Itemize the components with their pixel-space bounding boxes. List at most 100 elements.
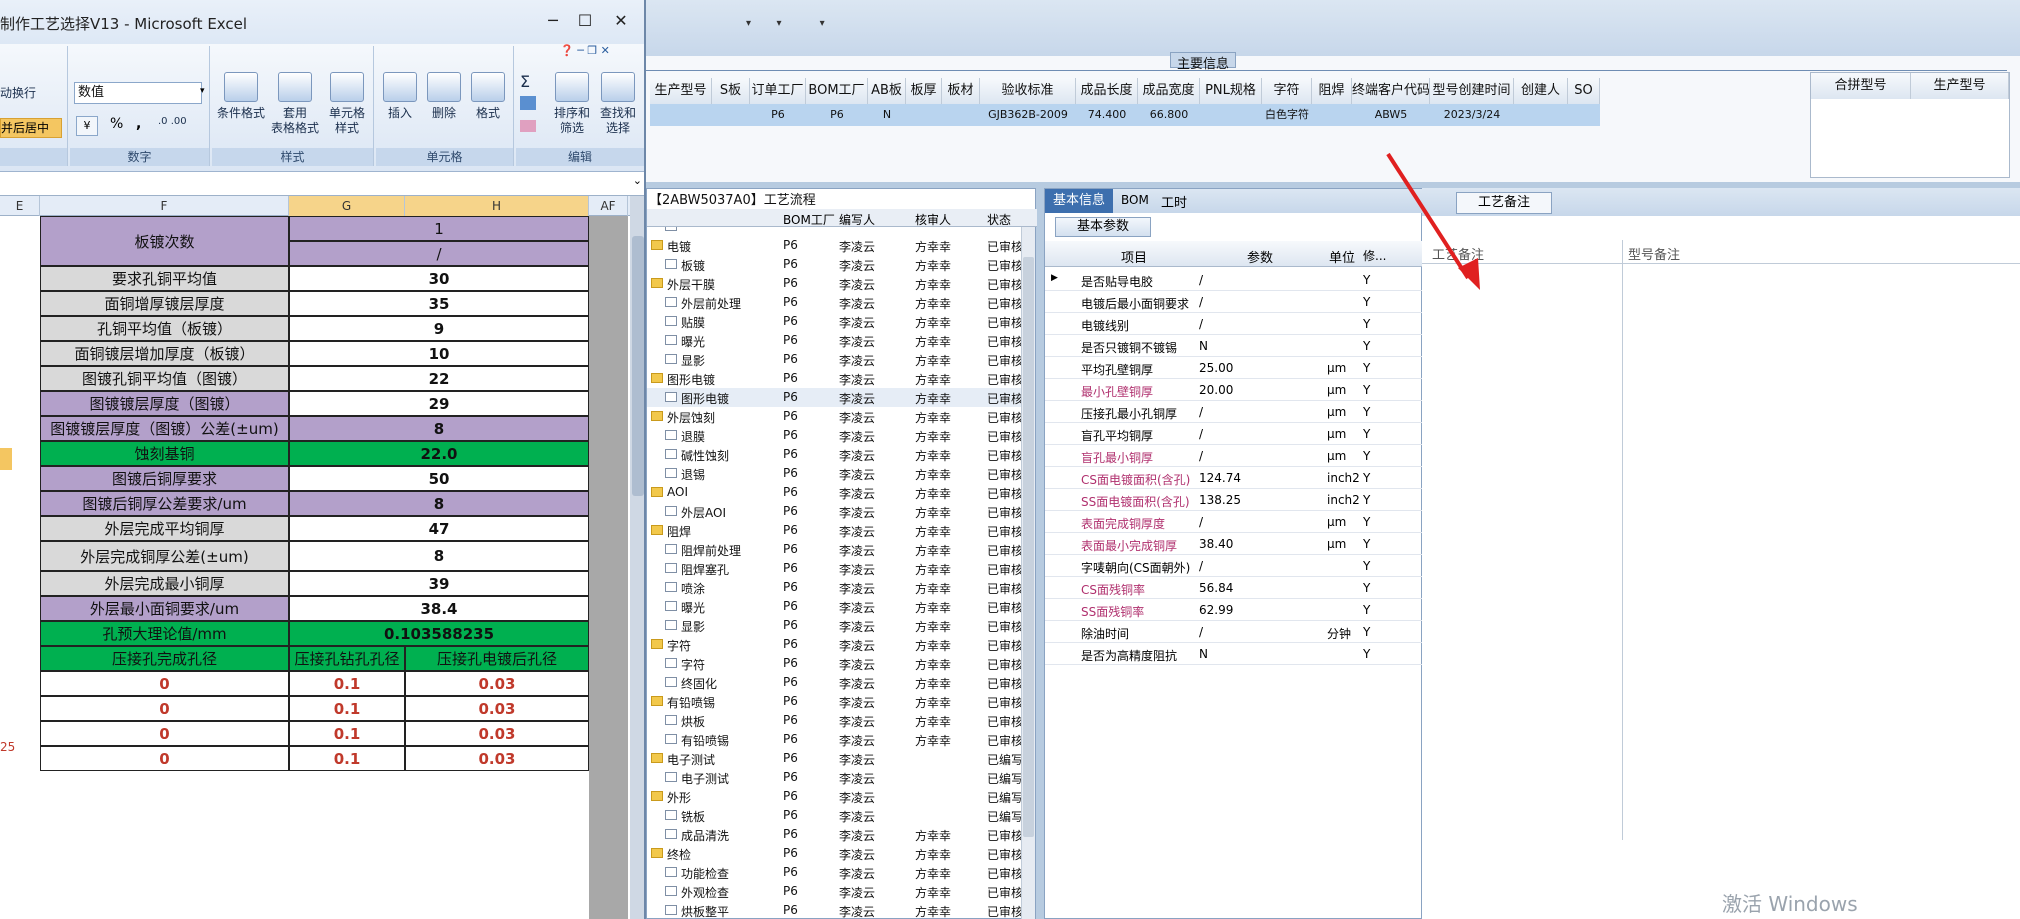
tree-item[interactable]: 显影 P6 李凌云 方幸幸 已审核: [647, 616, 1023, 635]
params-col-item[interactable]: 项目: [1121, 247, 1147, 266]
cell-value[interactable]: 10: [289, 341, 589, 366]
tree-item[interactable]: 阻焊塞孔 P6 李凌云 方幸幸 已审核: [647, 559, 1023, 578]
param-value[interactable]: /: [1199, 317, 1203, 331]
main-row-cell[interactable]: 白色字符: [1262, 104, 1312, 126]
tree-item[interactable]: 铣板 P6 李凌云 已编写: [647, 806, 1023, 825]
cell-value[interactable]: 39: [289, 571, 589, 596]
param-row[interactable]: 表面完成铜厚度 / μm Y: [1045, 511, 1423, 533]
main-row-cell[interactable]: 2023/3/24: [1430, 104, 1514, 126]
main-col-header[interactable]: S板: [712, 78, 750, 104]
param-value[interactable]: 124.74: [1199, 471, 1241, 485]
param-value[interactable]: /: [1199, 427, 1203, 441]
tree-item[interactable]: 字符 P6 李凌云 方幸幸 已审核: [647, 654, 1023, 673]
main-row-cell[interactable]: 74.400: [1076, 104, 1138, 126]
param-value[interactable]: 25.00: [1199, 361, 1233, 375]
data-cell[interactable]: 0: [40, 721, 289, 746]
main-col-header[interactable]: 型号创建时间: [1430, 78, 1514, 104]
insert-button[interactable]: 插入: [378, 72, 422, 121]
comma-button[interactable]: ,: [136, 116, 141, 132]
subtab-basic-params[interactable]: 基本参数: [1055, 217, 1151, 237]
tree-item[interactable]: 功能检查 P6 李凌云 方幸幸 已审核: [647, 863, 1023, 882]
params-col-param[interactable]: 参数: [1247, 247, 1273, 266]
tree-item[interactable]: 成品清洗 P6 李凌云 方幸幸 已审核: [647, 825, 1023, 844]
cell-value[interactable]: 0.103588235: [289, 621, 589, 646]
column-header-h[interactable]: H: [405, 196, 589, 216]
param-row[interactable]: SS面电镀面积(含孔) 138.25 inch2 Y: [1045, 489, 1423, 511]
merge-center-button[interactable]: 并后居中: [0, 118, 62, 138]
column-header-af[interactable]: AF: [589, 196, 628, 216]
param-row[interactable]: 压接孔最小孔铜厚 / μm Y: [1045, 401, 1423, 423]
param-row[interactable]: 字唛朝向(CS面朝外) / Y: [1045, 555, 1423, 577]
param-value[interactable]: N: [1199, 339, 1208, 353]
param-row[interactable]: CS面残铜率 56.84 Y: [1045, 577, 1423, 599]
cell-value-2[interactable]: /: [289, 241, 589, 266]
main-row-cell[interactable]: [1200, 104, 1262, 126]
main-row-cell[interactable]: [906, 104, 942, 126]
main-row-cell[interactable]: GJB362B-2009: [980, 104, 1076, 126]
data-cell[interactable]: 0.03: [405, 746, 589, 771]
main-col-header[interactable]: BOM工厂: [806, 78, 868, 104]
toolbar-chevrons[interactable]: ▾ ▾ ▾: [746, 18, 825, 29]
param-value[interactable]: /: [1199, 515, 1203, 529]
tree-col-writer[interactable]: 编写人: [839, 211, 875, 228]
param-value[interactable]: /: [1199, 405, 1203, 419]
param-row[interactable]: 盲孔最小铜厚 / μm Y: [1045, 445, 1423, 467]
tree-item[interactable]: 图形电镀 P6 李凌云 方幸幸 已审核: [647, 388, 1023, 407]
tree-item[interactable]: 烘板 P6 李凌云 方幸幸 已审核: [647, 711, 1023, 730]
tree-item[interactable]: 贴膜 P6 李凌云 方幸幸 已审核: [647, 312, 1023, 331]
param-row[interactable]: SS面残铜率 62.99 Y: [1045, 599, 1423, 621]
tree-scrollbar[interactable]: [1021, 227, 1035, 919]
param-row[interactable]: 除油时间 / 分钟 Y: [1045, 621, 1423, 643]
excel-vertical-scrollbar[interactable]: [630, 196, 644, 919]
excel-scroll-thumb[interactable]: [632, 236, 644, 496]
tree-item[interactable]: 电子测试 P6 李凌云 已编写: [647, 749, 1023, 768]
param-row[interactable]: 盲孔平均铜厚 / μm Y: [1045, 423, 1423, 445]
tab-basic-info[interactable]: 基本信息: [1045, 189, 1113, 213]
tree-item[interactable]: 外层前处理 P6 李凌云 方幸幸 已审核: [647, 293, 1023, 312]
param-row[interactable]: 是否为高精度阻抗 N Y: [1045, 643, 1423, 665]
currency-icon[interactable]: ¥: [76, 116, 98, 136]
format-button[interactable]: 格式: [466, 72, 510, 121]
wrap-text-button[interactable]: 动换行: [0, 84, 36, 101]
main-col-header[interactable]: 阻焊: [1312, 78, 1352, 104]
param-row[interactable]: 是否只镀铜不镀锡 N Y: [1045, 335, 1423, 357]
column-header-g[interactable]: G: [289, 196, 405, 216]
number-format-select[interactable]: 数值: [74, 82, 202, 104]
expand-formula-icon[interactable]: ⌄: [633, 174, 642, 187]
param-row[interactable]: 电镀线别 / Y: [1045, 313, 1423, 335]
tree-item[interactable]: 有铅喷锡 P6 李凌云 方幸幸 已审核: [647, 730, 1023, 749]
cell-value[interactable]: 50: [289, 466, 589, 491]
increase-decimal-icon[interactable]: .0 .00: [158, 116, 187, 127]
data-cell[interactable]: 0.03: [405, 671, 589, 696]
tree-item[interactable]: 阻焊前处理 P6 李凌云 方幸幸 已审核: [647, 540, 1023, 559]
sort-filter-button[interactable]: 排序和 筛选: [550, 72, 594, 136]
tree-item[interactable]: 烘板整平 P6 李凌云 方幸幸 已审核: [647, 901, 1023, 919]
tree-item[interactable]: 电子测试 P6 李凌云 已编写: [647, 768, 1023, 787]
cell-value[interactable]: 8: [289, 491, 589, 516]
main-col-header[interactable]: 生产型号: [650, 78, 712, 104]
data-cell[interactable]: 0.1: [289, 746, 405, 771]
column-header-f[interactable]: F: [40, 196, 289, 216]
param-row[interactable]: 电镀后最小面铜要求 / Y: [1045, 291, 1423, 313]
cell-value[interactable]: 9: [289, 316, 589, 341]
tree-item[interactable]: 终固化 P6 李凌云 方幸幸 已审核: [647, 673, 1023, 692]
tab-bom[interactable]: BOM: [1121, 193, 1149, 207]
main-row-cell[interactable]: P6: [806, 104, 868, 126]
params-col-unit[interactable]: 单位: [1329, 247, 1355, 266]
tree-item[interactable]: 退锡 P6 李凌云 方幸幸 已审核: [647, 464, 1023, 483]
tree-item[interactable]: 有铅喷锡 P6 李凌云 方幸幸 已审核: [647, 692, 1023, 711]
data-cell[interactable]: 0.1: [289, 721, 405, 746]
tab-hours[interactable]: 工时: [1161, 192, 1187, 211]
main-col-header[interactable]: 板材: [942, 78, 980, 104]
tree-col-status[interactable]: 状态: [987, 211, 1011, 228]
tree-item[interactable]: 字符 P6 李凌云 方幸幸 已审核: [647, 635, 1023, 654]
param-value[interactable]: 62.99: [1199, 603, 1233, 617]
main-row-cell[interactable]: ABW5: [1352, 104, 1430, 126]
param-value[interactable]: /: [1199, 625, 1203, 639]
param-row[interactable]: CS面电镀面积(含孔) 124.74 inch2 Y: [1045, 467, 1423, 489]
tree-item[interactable]: 外层蚀刻 P6 李凌云 方幸幸 已审核: [647, 407, 1023, 426]
fill-icon[interactable]: [520, 96, 536, 110]
delete-button[interactable]: 删除: [422, 72, 466, 121]
tree-item[interactable]: 退膜 P6 李凌云 方幸幸 已审核: [647, 426, 1023, 445]
table-format-button[interactable]: 套用 表格格式: [268, 72, 322, 136]
